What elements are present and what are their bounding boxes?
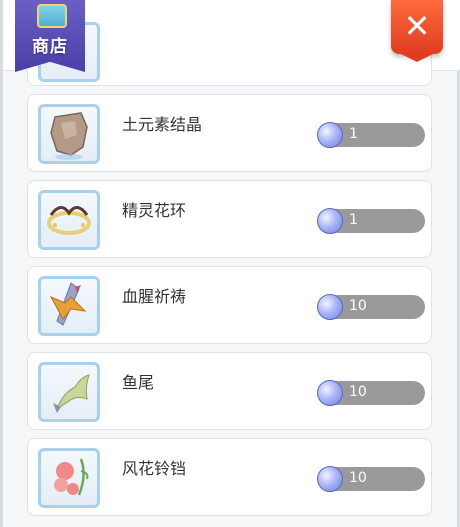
item-name: 风花铃铛 (122, 459, 187, 478)
item-price: 10 (349, 384, 367, 400)
shop-chest-icon (37, 4, 67, 28)
item-name: 土元素结晶 (122, 115, 203, 134)
item-name: 鱼尾 (122, 373, 155, 392)
buy-button[interactable]: 10 (317, 466, 425, 492)
buy-button[interactable]: 10 (317, 294, 425, 320)
crystal-blade-icon (38, 276, 100, 336)
list-item[interactable]: 精灵花环 1 (27, 180, 432, 258)
list-item[interactable]: 土元素结晶 1 (27, 94, 432, 172)
close-icon: ✕ (403, 7, 431, 45)
item-name: 血腥祈祷 (122, 287, 187, 306)
gem-icon (317, 380, 343, 406)
buy-button[interactable]: 1 (317, 208, 425, 234)
flower-wreath-icon (38, 190, 100, 250)
list-item[interactable]: 血腥祈祷 10 (27, 266, 432, 344)
item-name: 精灵花环 (122, 201, 187, 220)
item-price: 1 (349, 212, 358, 228)
fish-tail-icon (38, 362, 100, 422)
item-price: 10 (349, 470, 367, 486)
shop-panel: 土元素结晶 1 精灵花环 1 血腥祈祷 10 鱼尾 10 风花铃铛 10 商店 … (0, 0, 460, 527)
close-button[interactable]: ✕ (391, 0, 443, 54)
list-item[interactable]: 鱼尾 10 (27, 352, 432, 430)
gem-icon (317, 466, 343, 492)
list-item[interactable]: 风花铃铛 10 (27, 438, 432, 516)
item-price: 1 (349, 126, 358, 142)
buy-button[interactable]: 10 (317, 380, 425, 406)
rock-crystal-icon (38, 104, 100, 164)
shop-title: 商店 (32, 37, 68, 57)
gem-icon (317, 208, 343, 234)
gem-icon (317, 294, 343, 320)
list-item-partial[interactable] (27, 22, 432, 86)
item-price: 10 (349, 298, 367, 314)
shop-badge: 商店 (15, 0, 85, 72)
bell-flower-icon (38, 448, 100, 508)
buy-button[interactable]: 1 (317, 122, 425, 148)
gem-icon (317, 122, 343, 148)
